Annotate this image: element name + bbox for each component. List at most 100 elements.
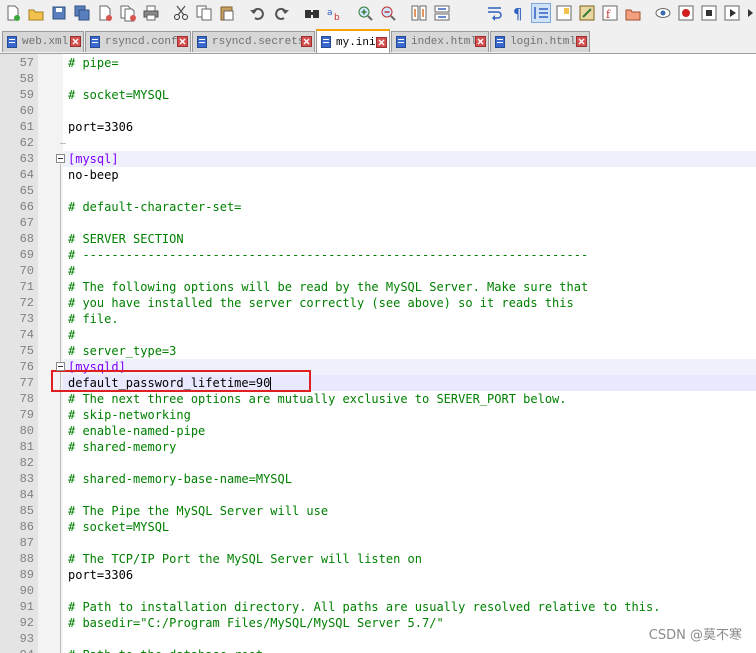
indent-guide-icon[interactable]	[531, 3, 551, 23]
find-icon[interactable]	[303, 4, 321, 22]
line-code: # shared-memory-base-name=MYSQL	[68, 472, 292, 486]
line-number: 80	[19, 424, 34, 438]
stop-recording-icon[interactable]	[677, 4, 695, 22]
line-number: 77	[19, 376, 34, 390]
tab-close-icon[interactable]	[475, 36, 486, 47]
toolbar-overflow-icon[interactable]	[746, 4, 756, 22]
sync-vertical-icon[interactable]	[410, 4, 428, 22]
code-line: 85 # The Pipe the MySQL Server will use	[0, 503, 756, 519]
folder-workspace-icon[interactable]: f	[601, 4, 619, 22]
run-macro-multiple-icon[interactable]	[723, 4, 741, 22]
line-number: 90	[19, 584, 34, 598]
code-line: 60	[0, 103, 756, 119]
code-line: 89 port=3306	[0, 567, 756, 583]
open-file-icon[interactable]	[27, 4, 45, 22]
code-line: 82	[0, 455, 756, 471]
code-line: 92 # basedir="C:/Program Files/MySQL/MySQ…	[0, 615, 756, 631]
monitoring-icon[interactable]	[624, 4, 642, 22]
line-number: 76	[19, 360, 34, 374]
zoom-out-icon[interactable]	[379, 4, 397, 22]
code-line: 90	[0, 583, 756, 599]
word-wrap-icon[interactable]	[486, 4, 504, 22]
config-key: port	[68, 120, 97, 134]
line-number: 67	[19, 216, 34, 230]
tab-my-ini[interactable]: my.ini	[316, 29, 390, 53]
print-icon[interactable]	[142, 4, 160, 22]
code-line: 59 # socket=MYSQL	[0, 87, 756, 103]
line-code: # pipe=	[68, 56, 119, 70]
code-line: 83 # shared-memory-base-name=MYSQL	[0, 471, 756, 487]
file-icon	[7, 36, 17, 48]
file-icon	[90, 36, 100, 48]
tab-rsyncd-conf[interactable]: rsyncd.conf	[85, 31, 191, 52]
paste-icon[interactable]	[218, 4, 236, 22]
line-number: 84	[19, 488, 34, 502]
code-line: 58	[0, 71, 756, 87]
line-code: # enable-named-pipe	[68, 424, 206, 438]
tab-close-icon[interactable]	[576, 36, 587, 47]
record-macro-icon[interactable]	[654, 4, 672, 22]
cut-icon[interactable]	[172, 4, 190, 22]
fold-collapse-icon[interactable]	[56, 154, 65, 163]
save-all-icon[interactable]	[73, 4, 91, 22]
line-number: 94	[0, 647, 34, 653]
new-file-icon[interactable]	[4, 4, 22, 22]
tab-index-html[interactable]: index.html	[391, 31, 489, 52]
close-icon[interactable]	[96, 4, 114, 22]
code-line: 73 # file.	[0, 311, 756, 327]
tab-close-icon[interactable]	[70, 36, 81, 47]
line-number: 58	[19, 72, 34, 86]
code-line: 67	[0, 215, 756, 231]
tab-close-icon[interactable]	[376, 37, 387, 48]
code-line: 80 # enable-named-pipe	[0, 423, 756, 439]
line-number: 73	[19, 312, 34, 326]
tab-web-xml[interactable]: web.xml	[2, 31, 84, 52]
line-code: # Path to installation directory. All pa…	[68, 600, 661, 614]
line-code: # The TCP/IP Port the MySQL Server will …	[68, 552, 423, 566]
fold-collapse-icon[interactable]	[56, 362, 65, 371]
line-number: 63	[19, 152, 34, 166]
line-number: 70	[19, 264, 34, 278]
line-number: 81	[19, 440, 34, 454]
replace-icon[interactable]: ab	[326, 4, 344, 22]
line-code: # shared-memory	[68, 440, 177, 454]
svg-text:a: a	[327, 8, 333, 18]
tab-close-icon[interactable]	[301, 36, 312, 47]
line-number: 62	[19, 136, 34, 150]
line-code: # skip-networking	[68, 408, 191, 422]
save-icon[interactable]	[50, 4, 68, 22]
code-line: 74 #	[0, 327, 756, 343]
line-number: 82	[19, 456, 34, 470]
editor[interactable]: 57 # pipe= 58 59 # socket=MYSQL 60 61 port=3306…	[0, 54, 756, 653]
code-line: 91 # Path to installation directory. All …	[0, 599, 756, 615]
tab-bar: web.xml rsyncd.conf rsyncd.secrets my.ini in…	[0, 28, 756, 54]
line-number: 91	[19, 600, 34, 614]
code-line: 88 # The TCP/IP Port the MySQL Server wil…	[0, 551, 756, 567]
code-line: 87	[0, 535, 756, 551]
close-all-icon[interactable]	[119, 4, 137, 22]
config-value: 3306	[104, 568, 134, 582]
playback-macro-icon[interactable]	[700, 4, 718, 22]
line-number: 74	[19, 328, 34, 342]
code-line: 81 # shared-memory	[0, 439, 756, 455]
tab-rsyncd-secrets[interactable]: rsyncd.secrets	[192, 31, 315, 52]
sync-horizontal-icon[interactable]	[433, 4, 451, 22]
tab-close-icon[interactable]	[177, 36, 188, 47]
line-code: # The next three options are mutually ex…	[68, 392, 567, 406]
document-map-icon[interactable]	[555, 4, 573, 22]
zoom-in-icon[interactable]	[356, 4, 374, 22]
function-list-icon[interactable]	[578, 4, 596, 22]
line-code: # Path to the database root	[68, 647, 263, 653]
code-line: 72 # you have installed the server correc…	[0, 295, 756, 311]
line-number: 83	[19, 472, 34, 486]
fold-end-marker	[60, 143, 66, 144]
show-all-characters-icon[interactable]: ¶	[509, 4, 527, 22]
line-code: # socket=MYSQL	[68, 520, 170, 534]
undo-icon[interactable]	[249, 4, 267, 22]
tab-label: login.html	[510, 36, 577, 48]
code-line: 68 # SERVER SECTION	[0, 231, 756, 247]
tab-login-html[interactable]: login.html	[490, 31, 590, 52]
copy-icon[interactable]	[195, 4, 213, 22]
redo-icon[interactable]	[272, 4, 290, 22]
line-number: 88	[19, 552, 34, 566]
